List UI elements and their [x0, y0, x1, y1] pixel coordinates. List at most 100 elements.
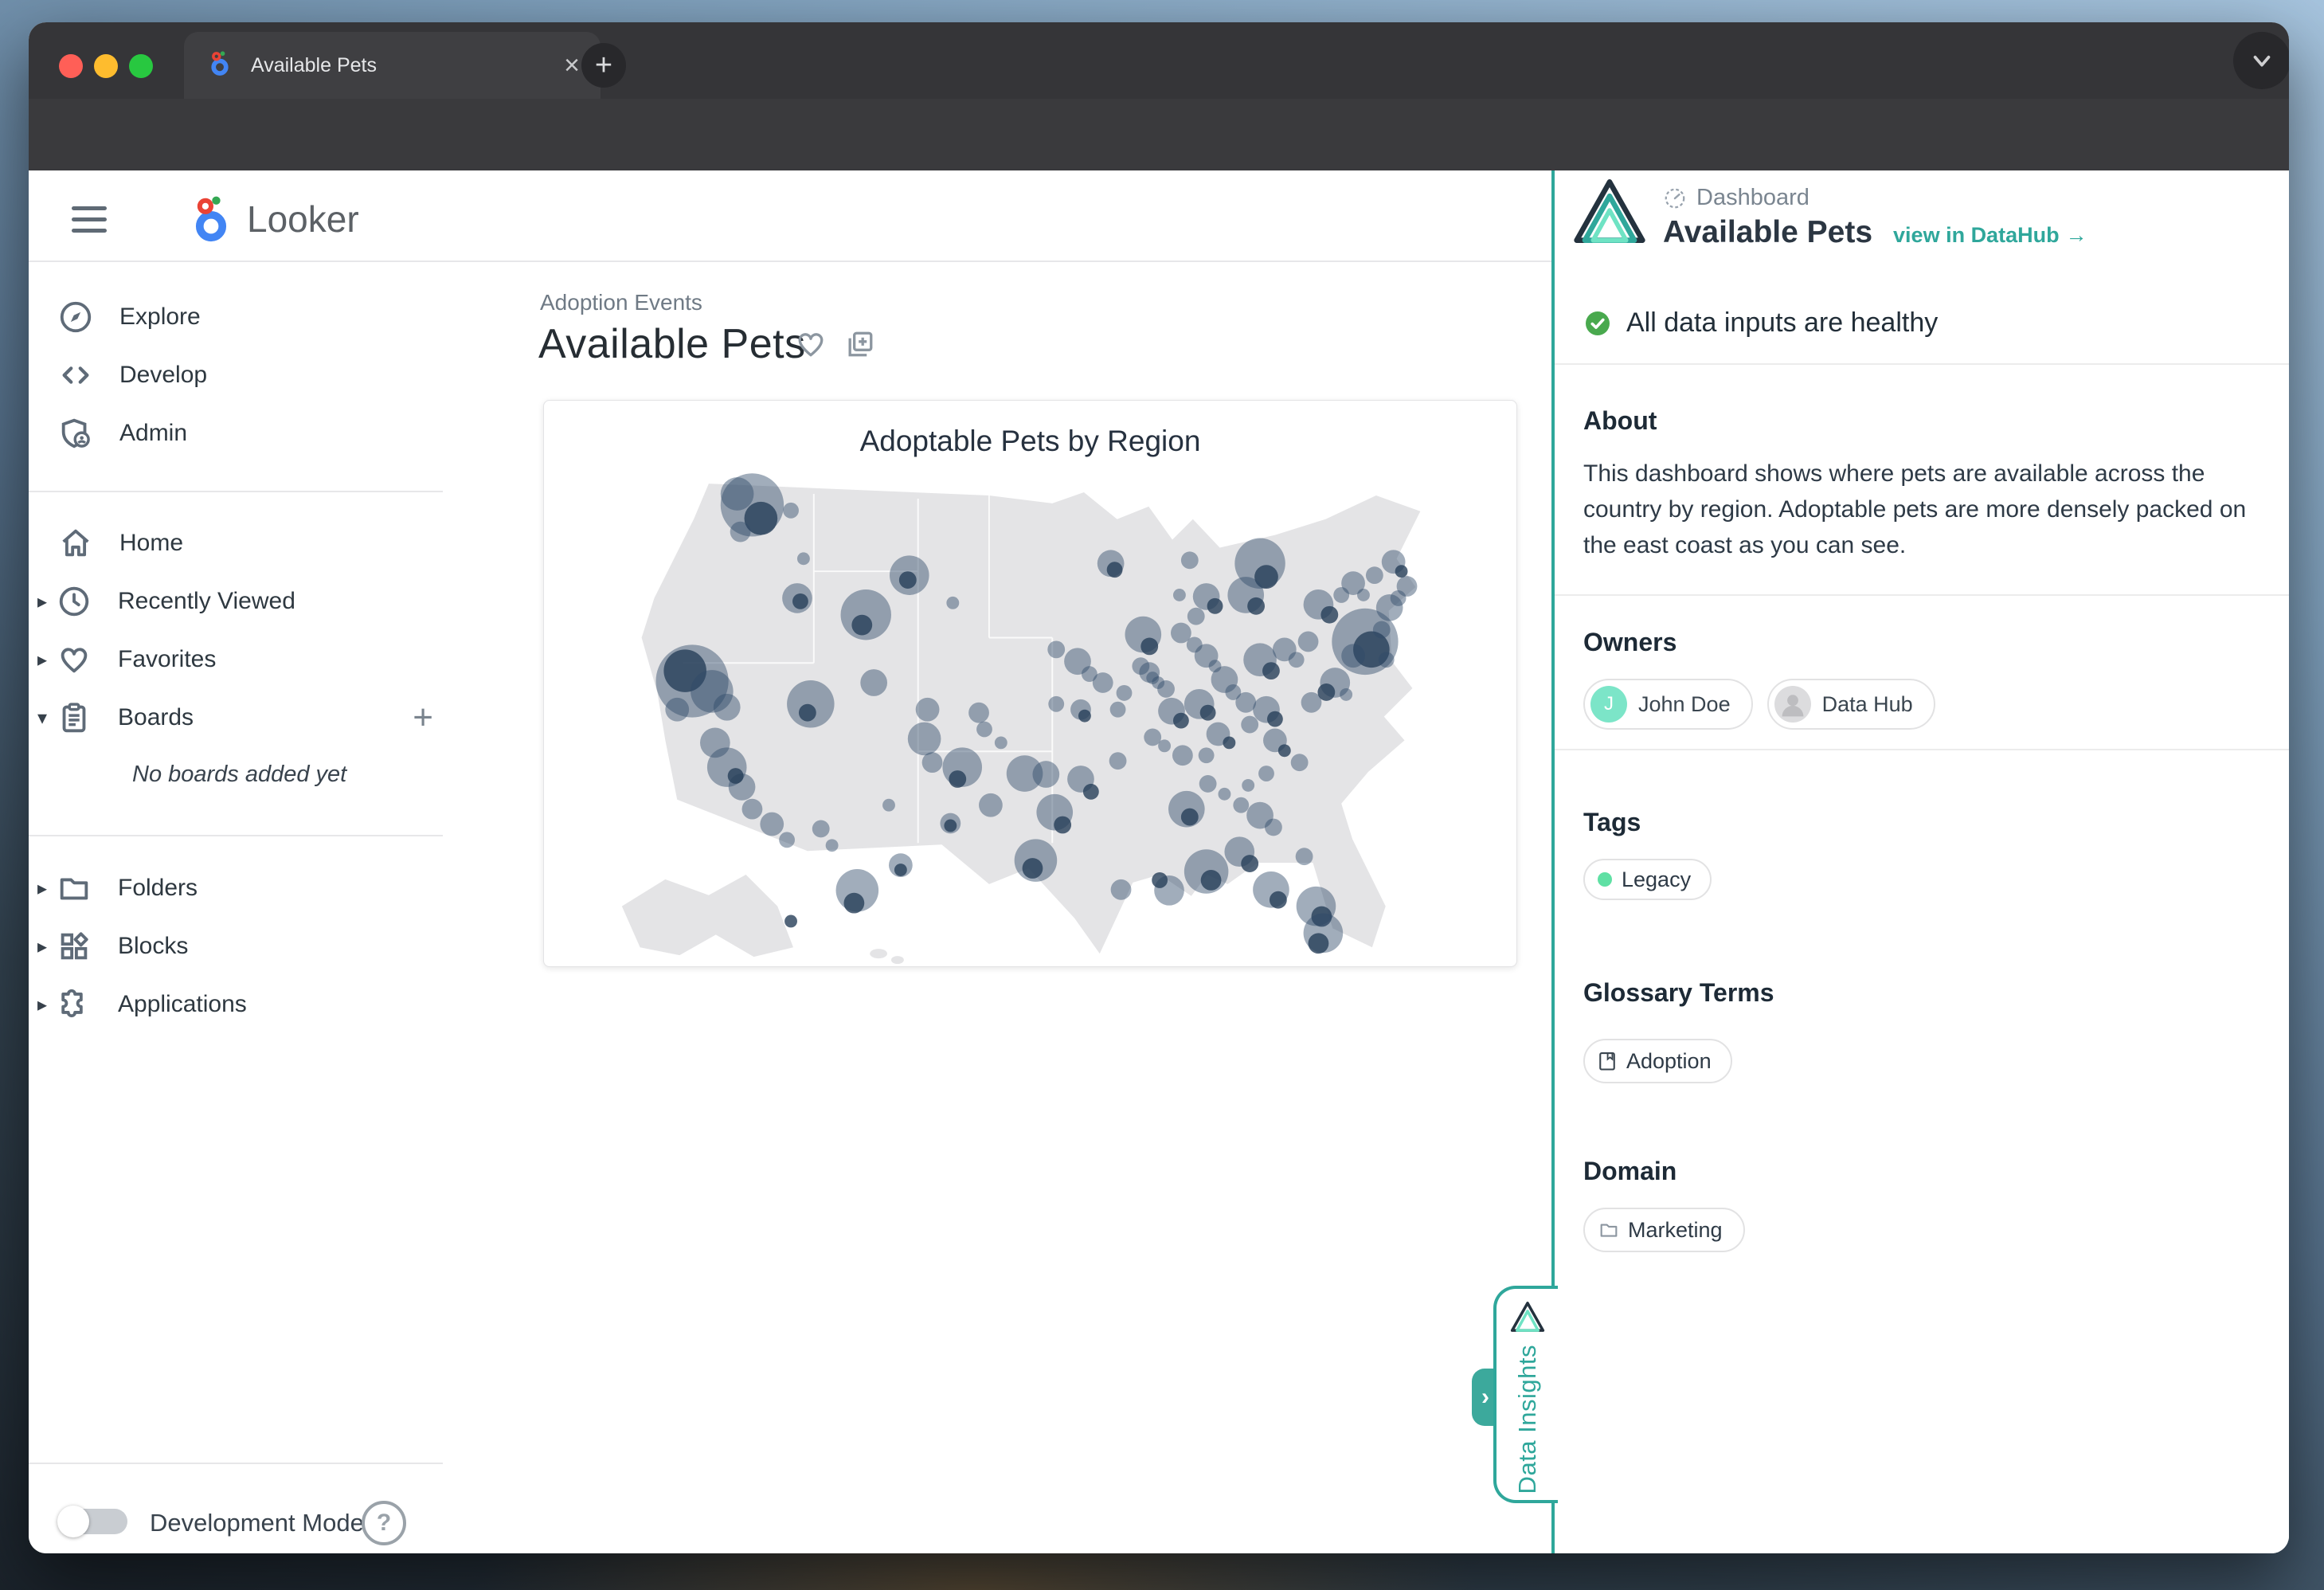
view-in-datahub-link[interactable]: view in DataHub — [1893, 223, 2060, 248]
code-icon — [57, 357, 94, 394]
domain-heading: Domain — [1583, 1157, 1676, 1186]
puzzle-icon — [56, 986, 92, 1023]
folder-icon — [56, 870, 92, 907]
glossary-term-label: Adoption — [1626, 1049, 1712, 1074]
tags-row: Legacy — [1583, 859, 1712, 900]
sidebar-item-favorites[interactable]: ▸ Favorites — [29, 634, 475, 685]
domain-pill[interactable]: Marketing — [1583, 1208, 1745, 1252]
macos-zoom-button[interactable] — [129, 54, 153, 78]
add-board-icon[interactable]: + — [413, 698, 433, 738]
add-to-board-icon[interactable] — [843, 327, 878, 362]
owner-pill[interactable]: J John Doe — [1583, 679, 1753, 730]
entity-type-row: Dashboard — [1663, 185, 1810, 211]
datahub-logo-small — [1510, 1300, 1545, 1333]
browser-window: Available Pets × + — [29, 22, 2289, 1553]
sidebar-item-label: Home — [119, 530, 183, 557]
sidebar-item-label: Admin — [119, 420, 187, 447]
boards-empty-text: No boards added yet — [132, 762, 346, 788]
owner-pill[interactable]: Data Hub — [1767, 679, 1935, 730]
sidebar-item-label: Favorites — [118, 646, 216, 673]
macos-close-button[interactable] — [59, 54, 83, 78]
domain-label: Marketing — [1628, 1218, 1723, 1243]
tags-heading: Tags — [1583, 808, 1641, 837]
new-tab-button[interactable]: + — [581, 43, 626, 88]
chevron-down-icon[interactable]: ▾ — [29, 707, 56, 730]
sidebar-item-boards[interactable]: ▾ Boards + — [29, 692, 475, 743]
tag-label: Legacy — [1622, 867, 1691, 892]
section-divider — [1555, 594, 2289, 596]
arrow-right-icon[interactable]: → — [2066, 223, 2087, 248]
glossary-heading: Glossary Terms — [1583, 978, 1774, 1008]
tab-search-chevron-icon[interactable] — [2233, 32, 2289, 89]
browser-toolbar: acryl.cloud.looker.com/dashboards/13 ☆ — [29, 99, 2289, 170]
usa-bubble-map[interactable] — [544, 401, 1516, 966]
owners-row: J John Doe Data Hub — [1583, 679, 1950, 730]
hamburger-menu-icon[interactable] — [72, 199, 107, 240]
looker-logo: Looker — [186, 194, 359, 244]
data-insights-label: Data Insights — [1513, 1345, 1542, 1494]
looker-logo-icon — [186, 194, 236, 244]
domain-row: Marketing — [1583, 1208, 1745, 1252]
owners-heading: Owners — [1583, 628, 1676, 657]
sidebar-item-blocks[interactable]: ▸ Blocks — [29, 921, 475, 972]
sidebar-item-label: Applications — [118, 991, 247, 1018]
tag-pill[interactable]: Legacy — [1583, 859, 1712, 900]
tag-color-dot — [1598, 872, 1612, 887]
macos-minimize-button[interactable] — [94, 54, 118, 78]
chevron-right-icon[interactable]: ▸ — [29, 648, 56, 672]
sidebar-item-home[interactable]: Home — [29, 518, 475, 569]
section-divider — [1555, 749, 2289, 750]
chevron-right-icon[interactable]: ▸ — [29, 993, 56, 1016]
entity-type-label: Dashboard — [1696, 185, 1810, 211]
datahub-panel: Dashboard Available Pets view in DataHub… — [1555, 170, 2289, 1553]
sidebar-item-label: Explore — [119, 304, 201, 331]
sidebar-item-folders[interactable]: ▸ Folders — [29, 863, 475, 914]
bookmark-doc-icon — [1596, 1050, 1618, 1072]
sidebar-item-explore[interactable]: Explore — [29, 292, 475, 343]
chevron-right-icon[interactable]: ▸ — [29, 877, 56, 900]
clock-icon — [56, 583, 92, 620]
owner-name: John Doe — [1638, 692, 1731, 717]
looker-favicon — [206, 50, 233, 81]
looker-brand-text: Looker — [247, 198, 359, 241]
sidebar-item-label: Folders — [118, 875, 198, 902]
tab-title: Available Pets — [251, 54, 564, 77]
sidebar-item-applications[interactable]: ▸ Applications — [29, 979, 475, 1030]
owner-name: Data Hub — [1822, 692, 1913, 717]
data-insights-tab[interactable]: Data Insights — [1493, 1286, 1558, 1503]
sidebar-item-label: Develop — [119, 362, 207, 389]
compass-icon — [57, 299, 94, 335]
browser-tab[interactable]: Available Pets × — [184, 32, 601, 99]
page-title: Available Pets — [538, 320, 806, 368]
map-chart-title: Adoptable Pets by Region — [544, 425, 1516, 458]
header-divider — [29, 260, 1551, 262]
heart-icon — [56, 641, 92, 678]
sidebar-item-label: Blocks — [118, 933, 188, 960]
clipboard-icon — [56, 699, 92, 736]
chevron-right-icon[interactable]: ▸ — [29, 590, 56, 613]
sidebar-item-admin[interactable]: Admin — [29, 408, 475, 459]
development-mode-toggle[interactable] — [57, 1506, 129, 1537]
about-heading: About — [1583, 406, 1657, 436]
entity-title-row: Available Pets view in DataHub → — [1663, 215, 2087, 250]
home-icon — [57, 525, 94, 562]
browser-tabstrip: Available Pets × + — [29, 22, 2289, 99]
folder-small-icon — [1598, 1219, 1620, 1241]
chevron-right-icon[interactable]: ▸ — [29, 935, 56, 958]
breadcrumb[interactable]: Adoption Events — [540, 290, 702, 315]
entity-title: Available Pets — [1663, 215, 1872, 250]
map-card: Adoptable Pets by Region — [543, 400, 1517, 967]
sidebar-item-develop[interactable]: Develop — [29, 350, 475, 401]
sidebar-divider — [29, 1463, 443, 1464]
sidebar-item-label: Boards — [118, 704, 194, 731]
health-status-row: All data inputs are healthy — [1583, 307, 1938, 339]
sidebar-item-label: Recently Viewed — [118, 588, 295, 615]
help-icon[interactable]: ? — [362, 1501, 406, 1545]
about-text: This dashboard shows where pets are avai… — [1583, 456, 2278, 563]
glossary-term-pill[interactable]: Adoption — [1583, 1039, 1732, 1083]
dashboard-gauge-icon — [1663, 186, 1687, 210]
tab-close-icon[interactable]: × — [564, 50, 580, 81]
sidebar-item-recently-viewed[interactable]: ▸ Recently Viewed — [29, 576, 475, 627]
favorite-heart-icon[interactable] — [793, 327, 828, 362]
desktop-wallpaper: Available Pets × + — [0, 0, 2324, 1590]
